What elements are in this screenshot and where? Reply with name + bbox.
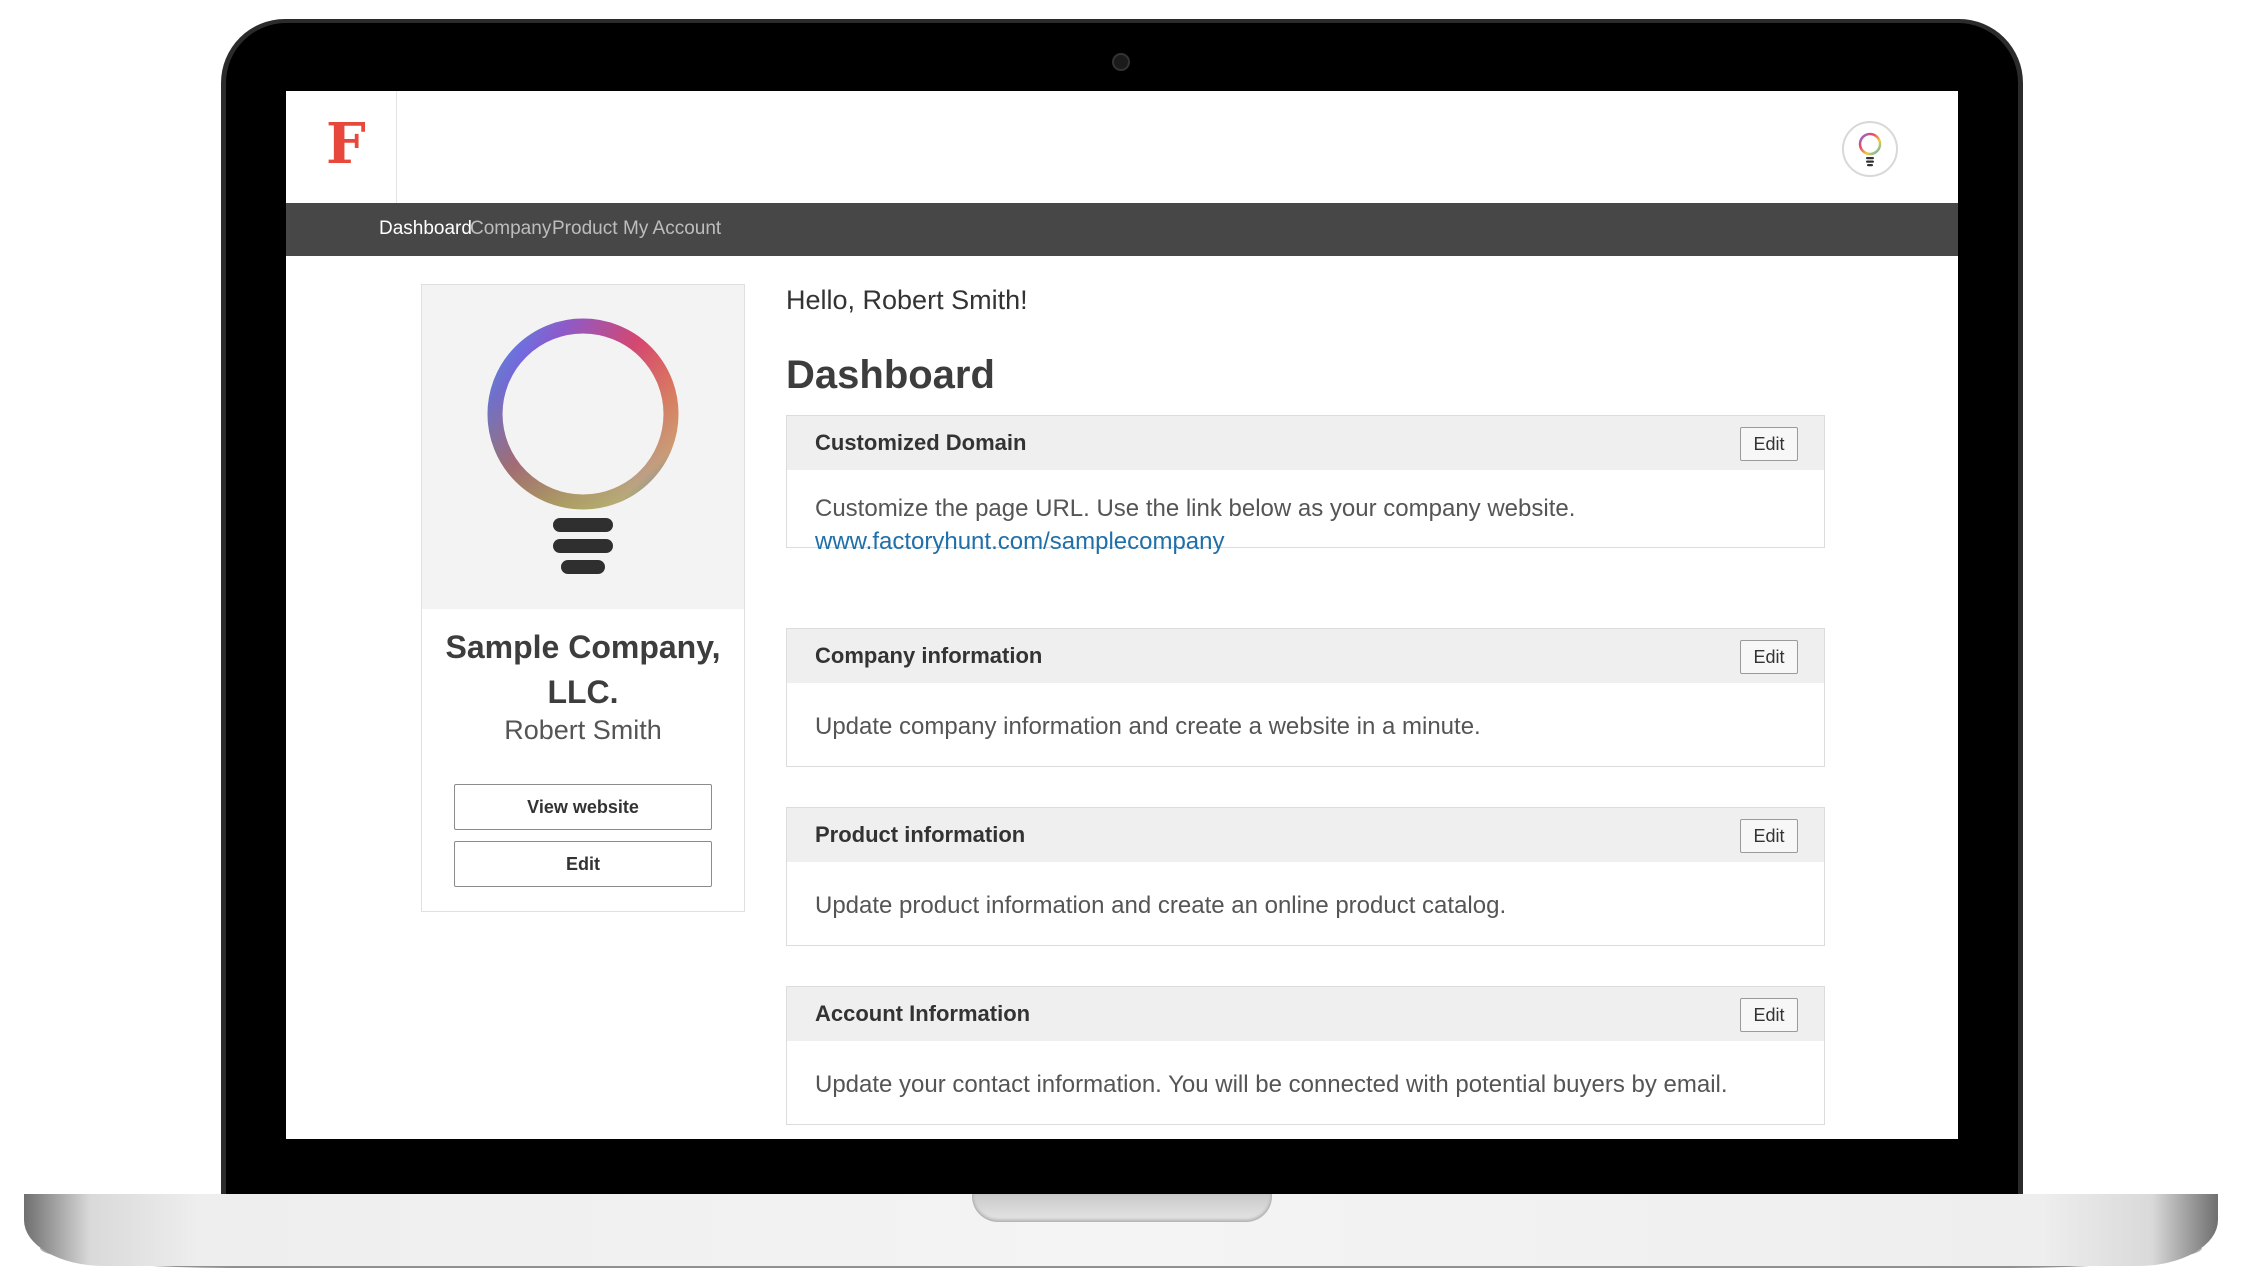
edit-domain-button[interactable]: Edit (1740, 427, 1798, 461)
edit-company-button[interactable]: Edit (1740, 640, 1798, 674)
user-avatar[interactable] (1842, 121, 1898, 177)
panel-description: Customize the page URL. Use the link bel… (815, 495, 1576, 522)
brand-logo[interactable]: F (326, 111, 366, 177)
panel-company-information: Company information Edit Update company … (786, 628, 1825, 767)
panel-customized-domain: Customized Domain Edit Customize the pag… (786, 415, 1825, 555)
nav-dashboard[interactable]: Dashboard (379, 218, 472, 240)
edit-product-button[interactable]: Edit (1740, 819, 1798, 853)
nav-my-account[interactable]: My Account (623, 218, 721, 240)
company-logo-image (422, 285, 744, 609)
panel-header: Customized Domain Edit (787, 416, 1824, 470)
panel-header: Account Information Edit (787, 987, 1824, 1041)
nav-company[interactable]: Company (470, 218, 551, 240)
panel-description: Update your contact information. You wil… (815, 1071, 1728, 1098)
camera-icon (1112, 53, 1130, 71)
person-name: Robert Smith (504, 715, 662, 745)
panel-description: Update company information and create a … (815, 713, 1481, 740)
company-name: Sample Company, LLC. (422, 625, 744, 715)
main-nav: Dashboard Company Product My Account (286, 203, 1958, 256)
nav-product[interactable]: Product (552, 218, 617, 240)
logo-box[interactable]: F (286, 91, 397, 203)
panel-product-information: Product information Edit Update product … (786, 807, 1825, 946)
app-screen: F Dashboard Company Product My Account S… (286, 91, 1958, 1139)
panel-title: Account Information (815, 1001, 1031, 1026)
company-name-line2: LLC. (547, 674, 619, 710)
company-name-line1: Sample Company, (445, 629, 721, 665)
panel-header: Company information Edit (787, 629, 1824, 683)
greeting: Hello, Robert Smith! (786, 285, 1028, 315)
lightbulb-logo-icon (487, 318, 679, 574)
laptop-notch (972, 1194, 1272, 1222)
panel-title: Customized Domain (815, 430, 1027, 455)
panel-title: Product information (815, 822, 1026, 847)
edit-profile-button[interactable]: Edit (454, 841, 712, 887)
domain-link[interactable]: www.factoryhunt.com/samplecompany (815, 528, 1225, 556)
panel-account-information: Account Information Edit Update your con… (786, 986, 1825, 1125)
panel-title: Company information (815, 643, 1043, 668)
view-website-button[interactable]: View website (454, 784, 712, 830)
panel-description: Update product information and create an… (815, 892, 1507, 919)
lightbulb-icon (1858, 132, 1882, 167)
top-header: F (286, 91, 1958, 204)
panel-header: Product information Edit (787, 808, 1824, 862)
page-title: Dashboard (786, 353, 995, 397)
profile-card: Sample Company, LLC. Robert Smith View w… (421, 284, 745, 912)
edit-account-button[interactable]: Edit (1740, 998, 1798, 1032)
